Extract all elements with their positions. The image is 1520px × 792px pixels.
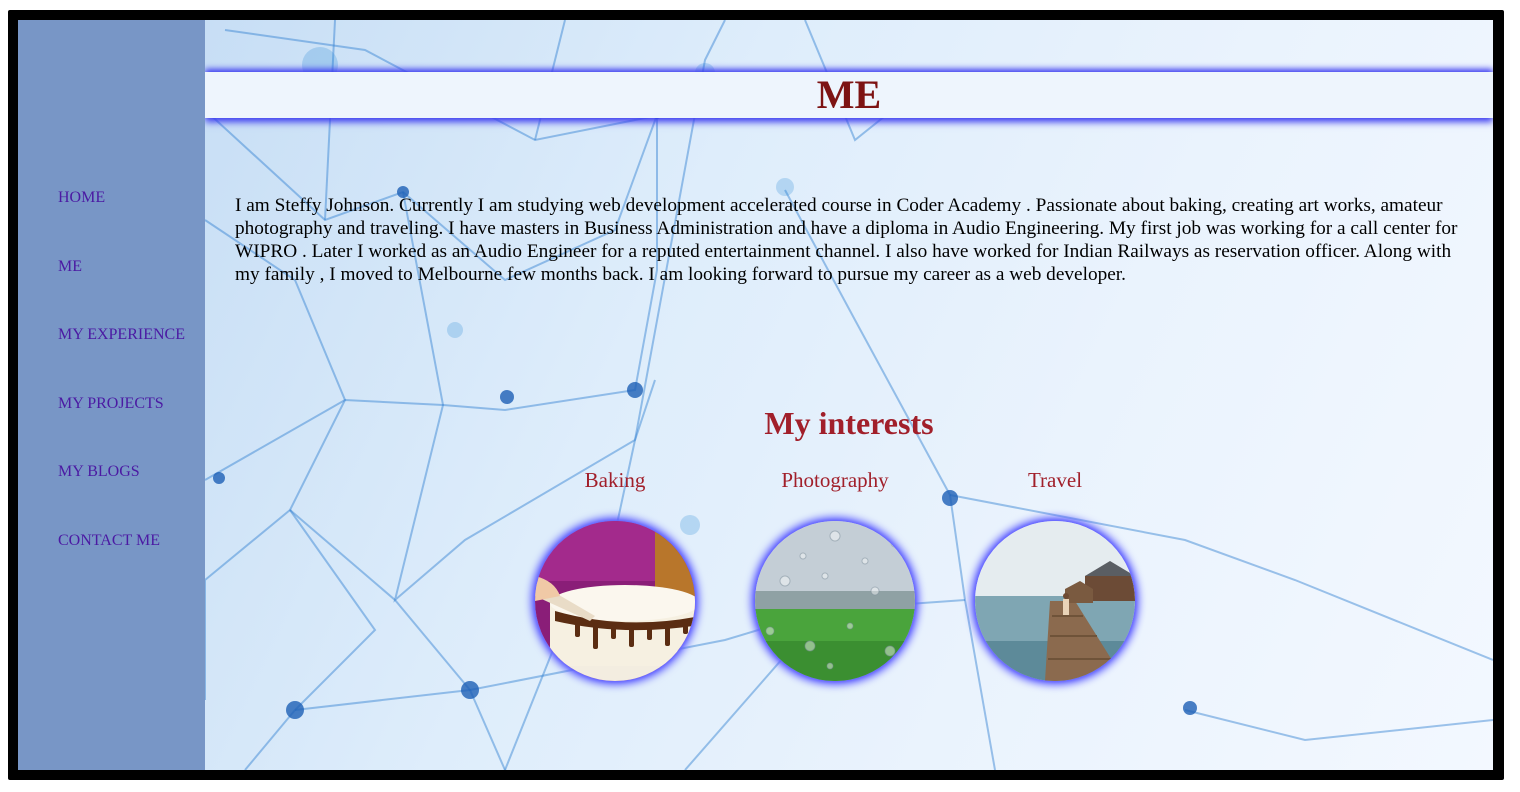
interest-label-baking: Baking: [584, 468, 646, 492]
sidebar-nav: HOME ME MY EXPERIENCE MY PROJECTS MY BLO…: [18, 20, 205, 770]
nav-my-blogs[interactable]: MY BLOGS: [58, 463, 140, 481]
interest-photography: Photography: [725, 467, 945, 681]
pier-photo-icon: [975, 521, 1135, 681]
main-content: ME I am Steffy Johnson. Currently I am s…: [205, 20, 1493, 770]
nav-my-experience[interactable]: MY EXPERIENCE: [58, 326, 185, 344]
nav-contact-me[interactable]: CONTACT ME: [58, 532, 160, 550]
interest-travel: Travel: [945, 467, 1165, 681]
interests-heading: My interests: [764, 405, 934, 441]
nav-home[interactable]: HOME: [58, 189, 105, 207]
nav-me[interactable]: ME: [58, 258, 82, 276]
interest-label-travel: Travel: [1027, 468, 1083, 492]
page-title: ME: [816, 72, 882, 117]
cake-photo-icon: [535, 521, 695, 681]
about-paragraph: I am Steffy Johnson. Currently I am stud…: [235, 195, 1458, 285]
nav-my-projects[interactable]: MY PROJECTS: [58, 395, 164, 413]
page-header: ME: [205, 72, 1493, 118]
interest-baking: Baking: [505, 467, 725, 681]
rain-window-photo-icon: [755, 521, 915, 681]
interest-label-photography: Photography: [781, 468, 889, 492]
